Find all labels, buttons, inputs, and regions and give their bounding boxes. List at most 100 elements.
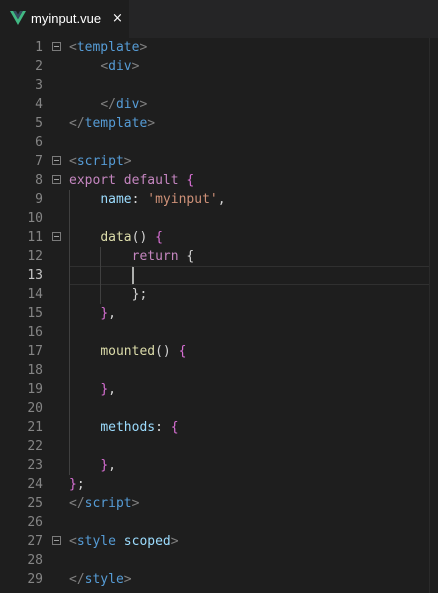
token-text: () [131,230,156,245]
token-tag: < [69,154,77,169]
close-icon[interactable]: × [112,11,123,27]
token-tagname: script [84,496,132,511]
fold-collapse-icon[interactable] [52,156,61,165]
code-line-7[interactable]: 7 <script> [0,152,438,171]
code-line-27[interactable]: 27 <style scoped> [0,532,438,551]
line-number: 3 [35,78,43,93]
line-number: 19 [27,382,43,397]
token-text: , [217,192,226,207]
line-number: 2 [35,59,43,74]
line-number: 24 [27,477,43,492]
code-line-2[interactable]: 2 <div> [0,57,438,76]
line-number: 20 [27,401,43,416]
code-editor[interactable]: 1 <template> 2 <div> 3 4 </div> 5 </template> 6… [0,38,438,593]
token-tag: > [131,496,140,511]
code-line-10[interactable]: 10 [0,209,438,228]
fold-collapse-icon[interactable] [52,536,61,545]
code-text: }, [69,304,116,323]
code-text: }; [69,285,148,304]
line-number: 28 [27,553,43,568]
code-line-12[interactable]: 12 return { [0,247,438,266]
code-line-25[interactable]: 25 </script> [0,494,438,513]
token-tag: > [123,154,132,169]
token-keyword: default [123,173,179,188]
token-brace: } [100,382,109,397]
tab-myinput-vue[interactable]: myinput.vue × [0,0,129,38]
token-prop: scoped [123,534,171,549]
fold-collapse-icon[interactable] [52,175,61,184]
code-line-16[interactable]: 16 [0,323,438,342]
line-number: 13 [27,268,43,283]
code-line-1[interactable]: 1 <template> [0,38,438,57]
token-text: , [108,382,116,397]
code-line-22[interactable]: 22 [0,437,438,456]
code-line-24[interactable]: 24}; [0,475,438,494]
token-keyword: return [131,249,179,264]
fold-collapse-icon[interactable] [52,42,61,51]
code-line-17[interactable]: 17 mounted() { [0,342,438,361]
line-number: 27 [27,534,43,549]
token-text: : [131,192,148,207]
code-line-3[interactable]: 3 [0,76,438,95]
token-tag: > [131,59,140,74]
code-line-26[interactable]: 26 [0,513,438,532]
code-line-21[interactable]: 21 methods: { [0,418,438,437]
code-text: </div> [69,95,147,114]
token-tag: > [123,572,132,587]
line-number: 1 [35,40,43,55]
token-brace: { [178,344,187,359]
token-tag: < [69,40,77,55]
fold-collapse-icon[interactable] [52,232,61,241]
line-number: 17 [27,344,43,359]
line-number: 22 [27,439,43,454]
code-line-13[interactable]: 13 [0,266,438,285]
token-brace: } [69,477,77,492]
token-brace: { [155,230,163,245]
code-text: <style scoped> [69,532,179,551]
code-line-5[interactable]: 5 </template> [0,114,438,133]
code-line-4[interactable]: 4 </div> [0,95,438,114]
token-tagname: template [84,116,148,131]
code-line-9[interactable]: 9 name: 'myinput', [0,190,438,209]
code-text: </style> [69,570,132,589]
code-line-20[interactable]: 20 [0,399,438,418]
token-brace: } [100,458,109,473]
token-prop: name [100,192,132,207]
line-number: 26 [27,515,43,530]
editor-tab-bar: myinput.vue × [0,0,438,38]
token-func: data [100,230,132,245]
token-text: : [155,420,171,435]
line-number: 25 [27,496,43,511]
code-line-8[interactable]: 8 export default { [0,171,438,190]
code-line-23[interactable]: 23 }, [0,456,438,475]
token-text: () [155,344,179,359]
code-text: methods: { [69,418,178,437]
code-line-15[interactable]: 15 }, [0,304,438,323]
code-line-14[interactable]: 14 }; [0,285,438,304]
code-line-28[interactable]: 28 [0,551,438,570]
line-number: 29 [27,572,43,587]
code-line-18[interactable]: 18 [0,361,438,380]
code-line-19[interactable]: 19 }, [0,380,438,399]
line-number: 7 [35,154,43,169]
code-line-29[interactable]: 29 </style> [0,570,438,589]
line-number: 14 [27,287,43,302]
token-tag: < [100,59,109,74]
code-line-11[interactable]: 11 data() { [0,228,438,247]
indent-guide [69,190,70,475]
code-text: mounted() { [69,342,186,361]
code-text: <script> [69,152,132,171]
token-tag: > [139,40,148,55]
line-number: 16 [27,325,43,340]
text-cursor [131,267,134,284]
vertical-scrollbar[interactable] [429,38,438,593]
code-text: }; [69,475,85,494]
token-text: , [108,306,116,321]
token-tag: > [147,116,156,131]
code-line-6[interactable]: 6 [0,133,438,152]
